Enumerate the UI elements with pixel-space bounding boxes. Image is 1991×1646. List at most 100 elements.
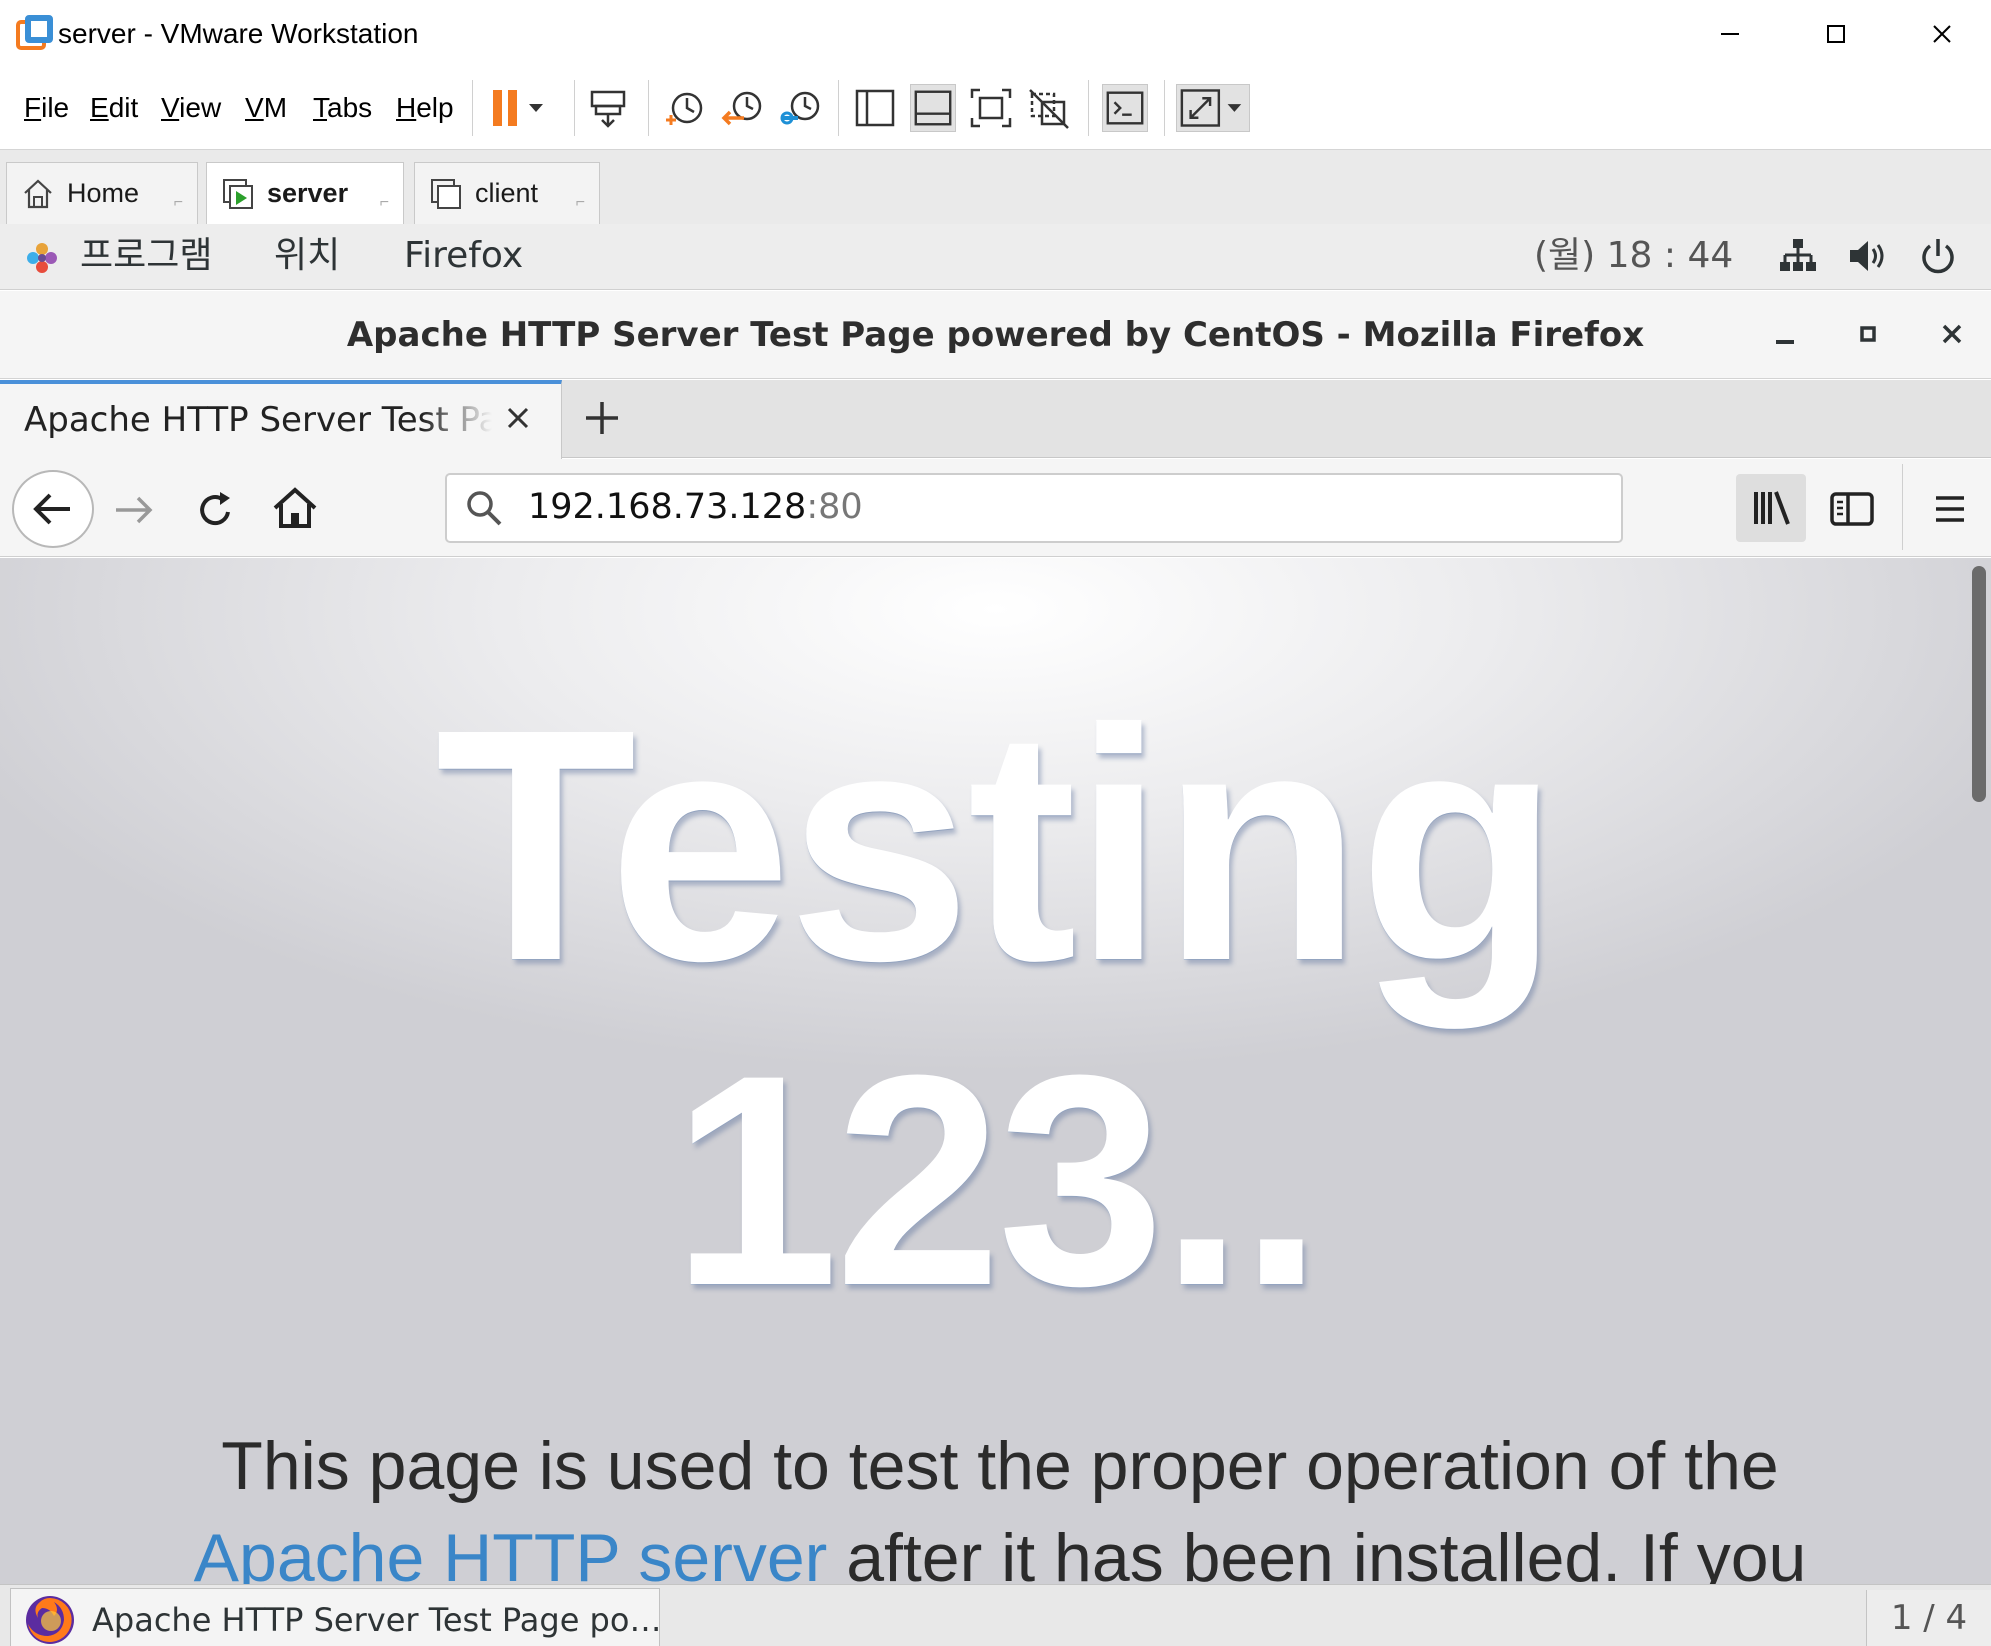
full-screen-icon [970, 88, 1012, 128]
menu-help-accel: H [396, 92, 417, 123]
menu-tabs-label: abs [327, 92, 373, 123]
sidebar-icon [1830, 492, 1874, 526]
places-menu[interactable]: 위치 [274, 232, 340, 280]
unity-mode-icon [1029, 89, 1069, 129]
tab-pin-icon: ⌐ [173, 194, 183, 211]
toolbar-separator [1088, 80, 1089, 136]
menu-help[interactable]: Help [396, 86, 454, 130]
menu-view-accel: V [161, 92, 180, 123]
vm-icon [431, 178, 461, 209]
vmware-tab-home[interactable]: Home ⌐ [6, 162, 198, 224]
applications-menu[interactable]: 프로그램 [80, 232, 212, 280]
menu-vm-accel: V [245, 92, 264, 123]
unity-button[interactable] [1026, 84, 1072, 132]
minimize-icon [1776, 340, 1794, 344]
menu-file[interactable]: File [24, 86, 69, 130]
vmware-tab-client[interactable]: client ⌐ [414, 162, 600, 224]
console-view-button[interactable] [1102, 84, 1148, 132]
vmware-tab-home-label: Home [67, 178, 140, 208]
power-icon[interactable] [1918, 236, 1958, 276]
snapshot-take-icon [666, 92, 703, 125]
maximize-icon [1827, 25, 1845, 43]
menu-edit[interactable]: Edit [90, 86, 138, 130]
firefox-icon [24, 1594, 76, 1646]
workspace-indicator[interactable]: 1 / 4 [1866, 1590, 1991, 1646]
forward-arrow-icon [116, 496, 153, 524]
vmware-tab-server[interactable]: server ⌐ [206, 162, 404, 224]
intro-paragraph: This page is used to test the proper ope… [100, 1420, 1900, 1604]
clock[interactable]: (월) 18 : 44 [1534, 232, 1733, 280]
stretch-guest-button[interactable] [1176, 84, 1250, 132]
firefox-tab-title: Apache HTTP Server Test Page powered by … [24, 400, 492, 440]
menu-vm[interactable]: VM [245, 86, 287, 130]
new-tab-button[interactable] [580, 396, 624, 440]
library-button[interactable] [1736, 474, 1806, 542]
tab-close-button[interactable] [500, 400, 536, 436]
menu-view-label: iew [179, 92, 222, 123]
library-panel-icon [855, 89, 895, 127]
reload-button[interactable] [192, 486, 240, 534]
maximize-icon [1860, 326, 1876, 342]
keyboard-icon [590, 90, 626, 128]
active-app-menu[interactable]: Firefox [404, 232, 523, 280]
close-icon [1942, 324, 1962, 344]
menu-vm-label: M [263, 92, 288, 123]
menu-file-label: ile [41, 92, 70, 123]
close-icon [507, 407, 529, 429]
forward-button[interactable] [110, 486, 158, 534]
tab-pin-icon: ⌐ [379, 194, 389, 211]
take-snapshot-button[interactable] [662, 84, 708, 132]
sidebar-button[interactable] [1826, 484, 1880, 534]
home-button[interactable] [270, 484, 320, 534]
close-icon [1933, 25, 1951, 43]
firefox-window-title: Apache HTTP Server Test Page powered by … [346, 315, 1645, 355]
toolbar-separator [838, 80, 839, 136]
minimize-button[interactable] [1700, 14, 1760, 54]
intro-text-start: This page is used to test the proper ope… [221, 1428, 1779, 1504]
back-button[interactable] [12, 470, 94, 548]
toolbar-separator [1902, 464, 1903, 550]
taskbar-window-label: Apache HTTP Server Test Page po… [92, 1601, 662, 1639]
menu-edit-accel: E [90, 92, 109, 123]
minimize-icon [1721, 33, 1739, 35]
firefox-close-button[interactable] [1932, 314, 1972, 354]
menu-file-accel: F [24, 92, 42, 123]
snapshot-manager-icon [780, 91, 820, 125]
search-icon [462, 486, 506, 530]
firefox-maximize-button[interactable] [1848, 314, 1888, 354]
menu-tabs[interactable]: Tabs [313, 86, 372, 130]
network-icon[interactable] [1778, 236, 1818, 276]
tab-pin-icon: ⌐ [575, 194, 585, 211]
url-host: 192.168.73.128 [528, 487, 807, 527]
menu-help-label: elp [416, 92, 454, 123]
full-screen-button[interactable] [968, 84, 1014, 132]
send-ctrl-alt-del-button[interactable] [586, 84, 632, 132]
applications-menu-icon [22, 238, 62, 278]
show-library-button[interactable] [852, 84, 898, 132]
home-icon [273, 487, 317, 528]
back-arrow-icon [33, 493, 70, 525]
menu-edit-label: dit [108, 92, 139, 123]
vmware-tab-client-label: client [475, 178, 539, 208]
home-icon [24, 179, 52, 208]
reload-icon [200, 492, 230, 525]
hamburger-menu-icon [1936, 496, 1964, 522]
volume-icon[interactable] [1846, 236, 1890, 276]
library-icon [1754, 491, 1790, 525]
vm-running-icon [223, 178, 253, 209]
stretch-icon [1180, 89, 1242, 127]
revert-snapshot-button[interactable] [720, 84, 766, 132]
close-button[interactable] [1912, 14, 1972, 54]
maximize-button[interactable] [1806, 14, 1866, 54]
open-menu-button[interactable] [1924, 484, 1976, 534]
hero-heading-line1: Testing [435, 660, 1560, 1029]
firefox-minimize-button[interactable] [1764, 314, 1804, 354]
show-thumbnail-bar-button[interactable] [910, 84, 956, 132]
menu-view[interactable]: View [161, 86, 221, 130]
suspend-button[interactable] [485, 84, 555, 132]
toolbar-separator [648, 80, 649, 136]
snapshot-manager-button[interactable] [778, 84, 824, 132]
page-scrollbar-thumb[interactable] [1972, 566, 1986, 802]
toolbar-separator [472, 80, 473, 136]
menu-tabs-accel: T [313, 92, 327, 123]
